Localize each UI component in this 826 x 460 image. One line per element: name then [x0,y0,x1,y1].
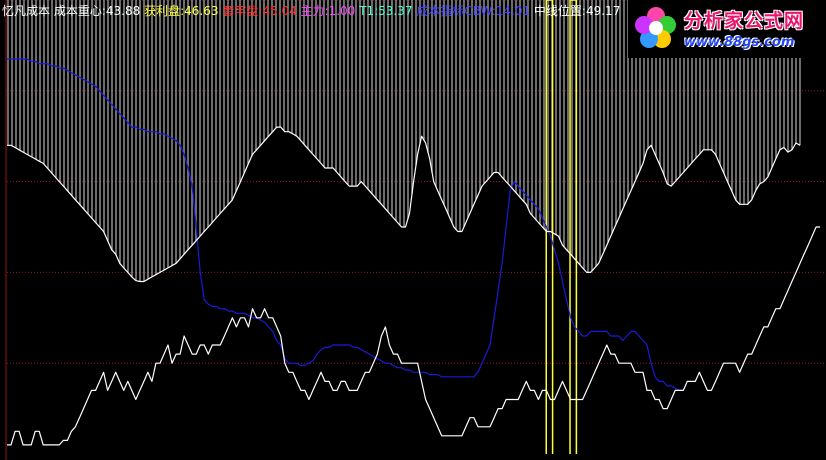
trapped-label: 套牢盘: [222,4,263,18]
main-force-label: 主力: [300,4,329,18]
flower-icon [635,7,676,48]
site-logo: 分析家公式网 www.88gs.com [628,0,826,58]
midline-value: 49.17 [585,4,621,18]
cost-line-label: 成本指标CBW: [416,4,496,18]
trapped-value: 45.04 [262,4,297,18]
midline-label: 中线位置: [533,4,586,18]
chart-canvas [0,0,826,460]
cost-line-value: 14.01 [495,4,531,18]
t1-label: T1: [359,4,379,18]
logo-url: www.88gs.com [684,35,795,50]
logo-title: 分析家公式网 [684,10,805,32]
profit-label: 获利盘: [144,4,185,18]
main-force-value: 1.00 [328,4,356,18]
cost-center-value: 43.88 [105,4,141,18]
cost-center-label: 成本重心: [53,4,106,18]
indicator-name: 忆凡成本 [2,4,51,18]
profit-value: 46.63 [184,4,219,18]
t1-value: 53.37 [378,4,413,18]
indicator-legend: 忆凡成本 成本重心:43.88 获利盘:46.63 套牢盘:45.04 主力:1… [2,3,620,19]
